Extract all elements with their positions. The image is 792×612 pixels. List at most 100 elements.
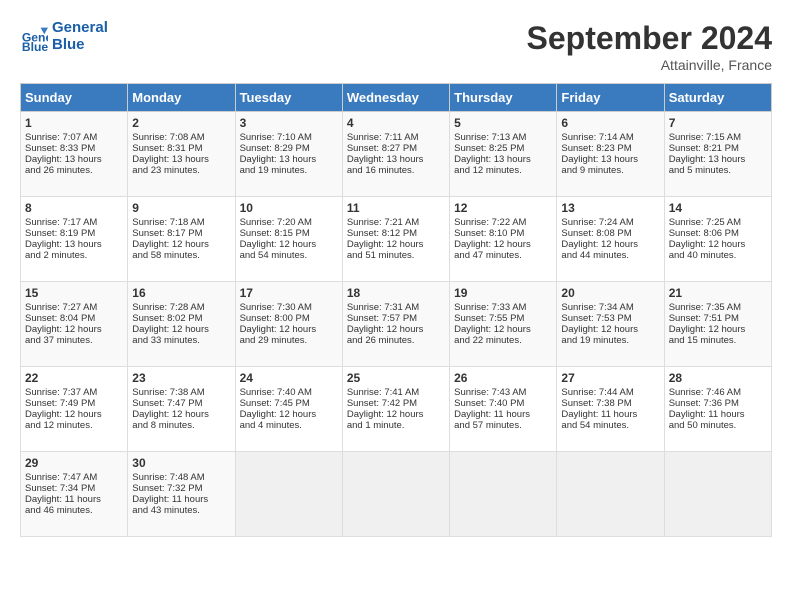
day-number: 3: [240, 116, 338, 130]
day-number: 29: [25, 456, 123, 470]
day-number: 6: [561, 116, 659, 130]
day-number: 8: [25, 201, 123, 215]
table-row: 2Sunrise: 7:08 AM Sunset: 8:31 PM Daylig…: [128, 112, 235, 197]
table-row: 21 Sunrise: 7:35 AM Sunset: 7:51 PM Dayli…: [664, 282, 771, 367]
day-info: Sunrise: 7:35 AM Sunset: 7:51 PM Dayligh…: [669, 302, 746, 346]
col-sunday: Sunday: [21, 84, 128, 112]
day-info: Sunrise: 7:34 AM Sunset: 7:53 PM Dayligh…: [561, 302, 638, 346]
table-row: [557, 452, 664, 537]
table-row: 26 Sunrise: 7:43 AM Sunset: 7:40 PM Dayli…: [450, 367, 557, 452]
calendar-week-5: 29 Sunrise: 7:47 AM Sunset: 7:34 PM Dayli…: [21, 452, 772, 537]
table-row: [450, 452, 557, 537]
col-wednesday: Wednesday: [342, 84, 449, 112]
day-number: 17: [240, 286, 338, 300]
day-number: 15: [25, 286, 123, 300]
day-number: 24: [240, 371, 338, 385]
day-info: Sunrise: 7:48 AM Sunset: 7:32 PM Dayligh…: [132, 472, 208, 516]
day-number: 11: [347, 201, 445, 215]
header-row: Sunday Monday Tuesday Wednesday Thursday…: [21, 84, 772, 112]
col-monday: Monday: [128, 84, 235, 112]
table-row: 1 Sunrise: 7:07 AM Sunset: 8:33 PM Daylig…: [21, 112, 128, 197]
day-info: Sunrise: 7:33 AM Sunset: 7:55 PM Dayligh…: [454, 302, 531, 346]
day-number: 22: [25, 371, 123, 385]
day-info: Sunrise: 7:30 AM Sunset: 8:00 PM Dayligh…: [240, 302, 317, 346]
calendar-week-1: 1 Sunrise: 7:07 AM Sunset: 8:33 PM Daylig…: [21, 112, 772, 197]
day-number: 25: [347, 371, 445, 385]
day-info: Sunrise: 7:40 AM Sunset: 7:45 PM Dayligh…: [240, 387, 317, 431]
day-info: Sunrise: 7:43 AM Sunset: 7:40 PM Dayligh…: [454, 387, 530, 431]
day-info: Sunrise: 7:14 AM Sunset: 8:23 PM Dayligh…: [561, 132, 638, 176]
day-number: 23: [132, 371, 230, 385]
table-row: 6 Sunrise: 7:14 AM Sunset: 8:23 PM Daylig…: [557, 112, 664, 197]
day-info: Sunrise: 7:41 AM Sunset: 7:42 PM Dayligh…: [347, 387, 424, 431]
table-row: 10Sunrise: 7:20 AM Sunset: 8:15 PM Dayli…: [235, 197, 342, 282]
table-row: 8 Sunrise: 7:17 AM Sunset: 8:19 PM Daylig…: [21, 197, 128, 282]
table-row: 18 Sunrise: 7:31 AM Sunset: 7:57 PM Dayli…: [342, 282, 449, 367]
table-row: 15 Sunrise: 7:27 AM Sunset: 8:04 PM Dayli…: [21, 282, 128, 367]
day-info: Sunrise: 7:22 AM Sunset: 8:10 PM Dayligh…: [454, 217, 531, 261]
day-info: Sunrise: 7:31 AM Sunset: 7:57 PM Dayligh…: [347, 302, 424, 346]
col-tuesday: Tuesday: [235, 84, 342, 112]
table-row: 3 Sunrise: 7:10 AM Sunset: 8:29 PM Daylig…: [235, 112, 342, 197]
day-info: Sunrise: 7:13 AM Sunset: 8:25 PM Dayligh…: [454, 132, 531, 176]
table-row: 29 Sunrise: 7:47 AM Sunset: 7:34 PM Dayli…: [21, 452, 128, 537]
table-row: 5 Sunrise: 7:13 AM Sunset: 8:25 PM Daylig…: [450, 112, 557, 197]
day-number: 12: [454, 201, 552, 215]
day-info: Sunrise: 7:15 AM Sunset: 8:21 PM Dayligh…: [669, 132, 746, 176]
day-number: 18: [347, 286, 445, 300]
day-number: 20: [561, 286, 659, 300]
table-row: 13 Sunrise: 7:24 AM Sunset: 8:08 PM Dayli…: [557, 197, 664, 282]
day-number: 7: [669, 116, 767, 130]
day-number: 28: [669, 371, 767, 385]
col-thursday: Thursday: [450, 84, 557, 112]
day-info: Sunrise: 7:18 AM Sunset: 8:17 PM Dayligh…: [132, 217, 209, 261]
day-number: 27: [561, 371, 659, 385]
table-row: 30 Sunrise: 7:48 AM Sunset: 7:32 PM Dayli…: [128, 452, 235, 537]
day-number: 1: [25, 116, 123, 130]
table-row: [342, 452, 449, 537]
day-info: Sunrise: 7:17 AM Sunset: 8:19 PM Dayligh…: [25, 217, 102, 261]
table-row: [664, 452, 771, 537]
day-info: Sunrise: 7:07 AM Sunset: 8:33 PM Dayligh…: [25, 132, 102, 176]
day-info: Sunrise: 7:27 AM Sunset: 8:04 PM Dayligh…: [25, 302, 102, 346]
table-row: 11 Sunrise: 7:21 AM Sunset: 8:12 PM Dayli…: [342, 197, 449, 282]
day-info: Sunrise: 7:11 AM Sunset: 8:27 PM Dayligh…: [347, 132, 424, 176]
day-number: 30: [132, 456, 230, 470]
logo-line1: General: [52, 20, 108, 37]
day-info: Sunrise: 7:46 AM Sunset: 7:36 PM Dayligh…: [669, 387, 745, 431]
table-row: 16 Sunrise: 7:28 AM Sunset: 8:02 PM Dayli…: [128, 282, 235, 367]
day-info: Sunrise: 7:28 AM Sunset: 8:02 PM Dayligh…: [132, 302, 209, 346]
table-row: 27 Sunrise: 7:44 AM Sunset: 7:38 PM Dayli…: [557, 367, 664, 452]
day-number: 4: [347, 116, 445, 130]
table-row: 19 Sunrise: 7:33 AM Sunset: 7:55 PM Dayli…: [450, 282, 557, 367]
logo-line2: Blue: [52, 37, 108, 54]
day-number: 5: [454, 116, 552, 130]
col-friday: Friday: [557, 84, 664, 112]
table-row: 20 Sunrise: 7:34 AM Sunset: 7:53 PM Dayli…: [557, 282, 664, 367]
table-row: 4 Sunrise: 7:11 AM Sunset: 8:27 PM Daylig…: [342, 112, 449, 197]
day-info: Sunrise: 7:44 AM Sunset: 7:38 PM Dayligh…: [561, 387, 637, 431]
day-info: Sunrise: 7:38 AM Sunset: 7:47 PM Dayligh…: [132, 387, 209, 431]
day-number: 26: [454, 371, 552, 385]
location: Attainville, France: [527, 57, 772, 73]
day-info: Sunrise: 7:20 AM Sunset: 8:15 PM Dayligh…: [240, 217, 317, 261]
day-info: Sunrise: 7:24 AM Sunset: 8:08 PM Dayligh…: [561, 217, 638, 261]
day-number: 16: [132, 286, 230, 300]
logo: General Blue General Blue: [20, 20, 108, 53]
day-info: Sunrise: 7:10 AM Sunset: 8:29 PM Dayligh…: [240, 132, 317, 176]
day-number: 13: [561, 201, 659, 215]
table-row: 24 Sunrise: 7:40 AM Sunset: 7:45 PM Dayli…: [235, 367, 342, 452]
table-row: 9Sunrise: 7:18 AM Sunset: 8:17 PM Daylig…: [128, 197, 235, 282]
calendar-week-4: 22 Sunrise: 7:37 AM Sunset: 7:49 PM Dayli…: [21, 367, 772, 452]
logo-icon: General Blue: [20, 23, 48, 51]
table-row: [235, 452, 342, 537]
table-row: 12 Sunrise: 7:22 AM Sunset: 8:10 PM Dayli…: [450, 197, 557, 282]
page-header: General Blue General Blue September 2024…: [20, 20, 772, 73]
day-number: 21: [669, 286, 767, 300]
day-number: 19: [454, 286, 552, 300]
table-row: 7 Sunrise: 7:15 AM Sunset: 8:21 PM Daylig…: [664, 112, 771, 197]
day-info: Sunrise: 7:37 AM Sunset: 7:49 PM Dayligh…: [25, 387, 102, 431]
day-info: Sunrise: 7:47 AM Sunset: 7:34 PM Dayligh…: [25, 472, 101, 516]
day-info: Sunrise: 7:21 AM Sunset: 8:12 PM Dayligh…: [347, 217, 424, 261]
day-info: Sunrise: 7:25 AM Sunset: 8:06 PM Dayligh…: [669, 217, 746, 261]
